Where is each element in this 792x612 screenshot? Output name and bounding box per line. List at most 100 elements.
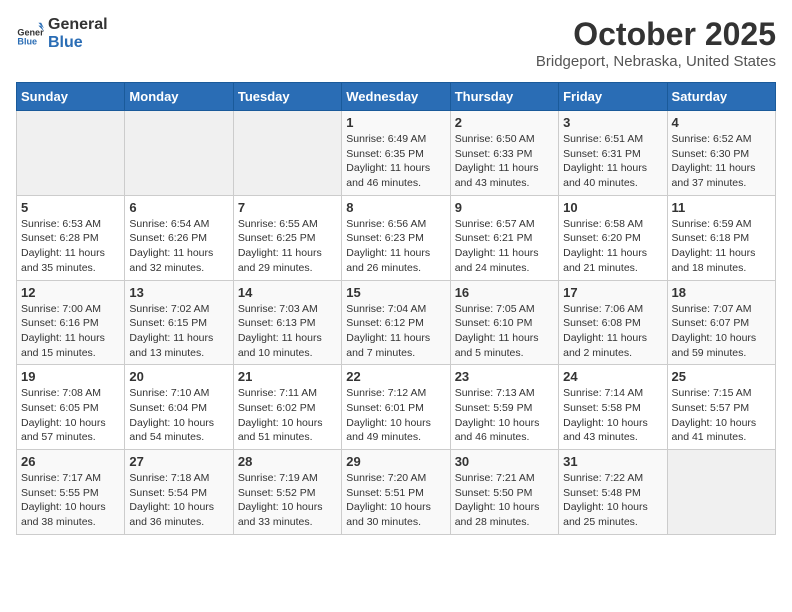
day-number: 16 [455,285,554,300]
day-info: Sunrise: 7:08 AMSunset: 6:05 PMDaylight:… [21,386,120,445]
calendar-cell: 8 Sunrise: 6:56 AMSunset: 6:23 PMDaylight… [342,195,450,280]
calendar-cell: 6 Sunrise: 6:54 AMSunset: 6:26 PMDaylight… [125,195,233,280]
calendar-cell: 7 Sunrise: 6:55 AMSunset: 6:25 PMDaylight… [233,195,341,280]
day-info: Sunrise: 6:51 AMSunset: 6:31 PMDaylight:… [563,132,662,191]
calendar-header: SundayMondayTuesdayWednesdayThursdayFrid… [17,83,776,111]
calendar-cell [17,111,125,196]
calendar-cell: 15Sunrise: 7:04 AMSunset: 6:12 PMDayligh… [342,280,450,365]
day-number: 22 [346,369,445,384]
calendar-cell: 14 Sunrise: 7:03 AMSunset: 6:13 PMDayligh… [233,280,341,365]
day-number: 8 [346,200,445,215]
calendar-cell: 26Sunrise: 7:17 AMSunset: 5:55 PMDayligh… [17,450,125,535]
calendar-cell: 28 Sunrise: 7:19 AMSunset: 5:52 PMDayligh… [233,450,341,535]
calendar-cell: 10Sunrise: 6:58 AMSunset: 6:20 PMDayligh… [559,195,667,280]
day-info: Sunrise: 7:18 AMSunset: 5:54 PMDaylight:… [129,471,228,530]
day-info: Sunrise: 7:13 AMSunset: 5:59 PMDaylight:… [455,386,554,445]
calendar-cell: 3 Sunrise: 6:51 AMSunset: 6:31 PMDaylight… [559,111,667,196]
day-number: 29 [346,454,445,469]
page-header: General Blue General Blue October 2025 B… [16,16,776,70]
day-info: Sunrise: 7:00 AMSunset: 6:16 PMDaylight:… [21,302,120,361]
logo-blue-text: Blue [48,34,108,52]
weekday-header-friday: Friday [559,83,667,111]
logo-general-text: General [48,16,108,34]
week-row-2: 5 Sunrise: 6:53 AMSunset: 6:28 PMDaylight… [17,195,776,280]
svg-text:Blue: Blue [17,36,37,46]
calendar-cell: 13Sunrise: 7:02 AMSunset: 6:15 PMDayligh… [125,280,233,365]
weekday-header-thursday: Thursday [450,83,558,111]
day-info: Sunrise: 6:52 AMSunset: 6:30 PMDaylight:… [672,132,771,191]
weekday-header-monday: Monday [125,83,233,111]
day-number: 18 [672,285,771,300]
day-info: Sunrise: 6:49 AMSunset: 6:35 PMDaylight:… [346,132,445,191]
day-number: 25 [672,369,771,384]
calendar-cell: 29 Sunrise: 7:20 AMSunset: 5:51 PMDayligh… [342,450,450,535]
calendar-cell: 30 Sunrise: 7:21 AMSunset: 5:50 PMDayligh… [450,450,558,535]
calendar-cell: 23 Sunrise: 7:13 AMSunset: 5:59 PMDayligh… [450,365,558,450]
day-number: 6 [129,200,228,215]
day-info: Sunrise: 7:19 AMSunset: 5:52 PMDaylight:… [238,471,337,530]
calendar-cell: 21 Sunrise: 7:11 AMSunset: 6:02 PMDayligh… [233,365,341,450]
day-number: 7 [238,200,337,215]
calendar-cell: 4 Sunrise: 6:52 AMSunset: 6:30 PMDaylight… [667,111,775,196]
day-info: Sunrise: 6:55 AMSunset: 6:25 PMDaylight:… [238,217,337,276]
day-number: 9 [455,200,554,215]
day-number: 28 [238,454,337,469]
calendar-cell: 16 Sunrise: 7:05 AMSunset: 6:10 PMDayligh… [450,280,558,365]
calendar-cell: 18 Sunrise: 7:07 AMSunset: 6:07 PMDayligh… [667,280,775,365]
week-row-5: 26Sunrise: 7:17 AMSunset: 5:55 PMDayligh… [17,450,776,535]
weekday-row: SundayMondayTuesdayWednesdayThursdayFrid… [17,83,776,111]
day-info: Sunrise: 7:14 AMSunset: 5:58 PMDaylight:… [563,386,662,445]
week-row-1: 1 Sunrise: 6:49 AMSunset: 6:35 PMDaylight… [17,111,776,196]
day-number: 2 [455,115,554,130]
day-info: Sunrise: 6:56 AMSunset: 6:23 PMDaylight:… [346,217,445,276]
day-info: Sunrise: 7:05 AMSunset: 6:10 PMDaylight:… [455,302,554,361]
logo: General Blue General Blue [16,16,108,51]
day-number: 13 [129,285,228,300]
day-info: Sunrise: 6:54 AMSunset: 6:26 PMDaylight:… [129,217,228,276]
day-number: 1 [346,115,445,130]
day-info: Sunrise: 7:11 AMSunset: 6:02 PMDaylight:… [238,386,337,445]
calendar-table: SundayMondayTuesdayWednesdayThursdayFrid… [16,82,776,535]
calendar-cell: 11Sunrise: 6:59 AMSunset: 6:18 PMDayligh… [667,195,775,280]
calendar-cell: 5 Sunrise: 6:53 AMSunset: 6:28 PMDaylight… [17,195,125,280]
day-number: 20 [129,369,228,384]
calendar-cell: 27Sunrise: 7:18 AMSunset: 5:54 PMDayligh… [125,450,233,535]
day-number: 19 [21,369,120,384]
location-subtitle: Bridgeport, Nebraska, United States [536,53,776,70]
calendar-cell: 17Sunrise: 7:06 AMSunset: 6:08 PMDayligh… [559,280,667,365]
day-number: 4 [672,115,771,130]
calendar-cell: 2 Sunrise: 6:50 AMSunset: 6:33 PMDaylight… [450,111,558,196]
month-title: October 2025 [536,16,776,53]
calendar-cell: 22Sunrise: 7:12 AMSunset: 6:01 PMDayligh… [342,365,450,450]
calendar-cell: 24Sunrise: 7:14 AMSunset: 5:58 PMDayligh… [559,365,667,450]
day-number: 3 [563,115,662,130]
day-info: Sunrise: 6:58 AMSunset: 6:20 PMDaylight:… [563,217,662,276]
calendar-cell [125,111,233,196]
day-number: 12 [21,285,120,300]
day-info: Sunrise: 6:59 AMSunset: 6:18 PMDaylight:… [672,217,771,276]
day-info: Sunrise: 7:15 AMSunset: 5:57 PMDaylight:… [672,386,771,445]
weekday-header-wednesday: Wednesday [342,83,450,111]
day-info: Sunrise: 7:04 AMSunset: 6:12 PMDaylight:… [346,302,445,361]
day-info: Sunrise: 6:53 AMSunset: 6:28 PMDaylight:… [21,217,120,276]
day-info: Sunrise: 7:20 AMSunset: 5:51 PMDaylight:… [346,471,445,530]
weekday-header-sunday: Sunday [17,83,125,111]
day-number: 21 [238,369,337,384]
calendar-cell [667,450,775,535]
day-number: 31 [563,454,662,469]
day-info: Sunrise: 6:50 AMSunset: 6:33 PMDaylight:… [455,132,554,191]
day-number: 30 [455,454,554,469]
calendar-cell: 1 Sunrise: 6:49 AMSunset: 6:35 PMDaylight… [342,111,450,196]
day-info: Sunrise: 7:21 AMSunset: 5:50 PMDaylight:… [455,471,554,530]
day-info: Sunrise: 7:03 AMSunset: 6:13 PMDaylight:… [238,302,337,361]
day-info: Sunrise: 7:10 AMSunset: 6:04 PMDaylight:… [129,386,228,445]
calendar-cell: 20 Sunrise: 7:10 AMSunset: 6:04 PMDayligh… [125,365,233,450]
day-info: Sunrise: 7:17 AMSunset: 5:55 PMDaylight:… [21,471,120,530]
calendar-cell: 25 Sunrise: 7:15 AMSunset: 5:57 PMDayligh… [667,365,775,450]
weekday-header-saturday: Saturday [667,83,775,111]
day-info: Sunrise: 7:07 AMSunset: 6:07 PMDaylight:… [672,302,771,361]
day-number: 5 [21,200,120,215]
weekday-header-tuesday: Tuesday [233,83,341,111]
day-number: 23 [455,369,554,384]
day-number: 14 [238,285,337,300]
